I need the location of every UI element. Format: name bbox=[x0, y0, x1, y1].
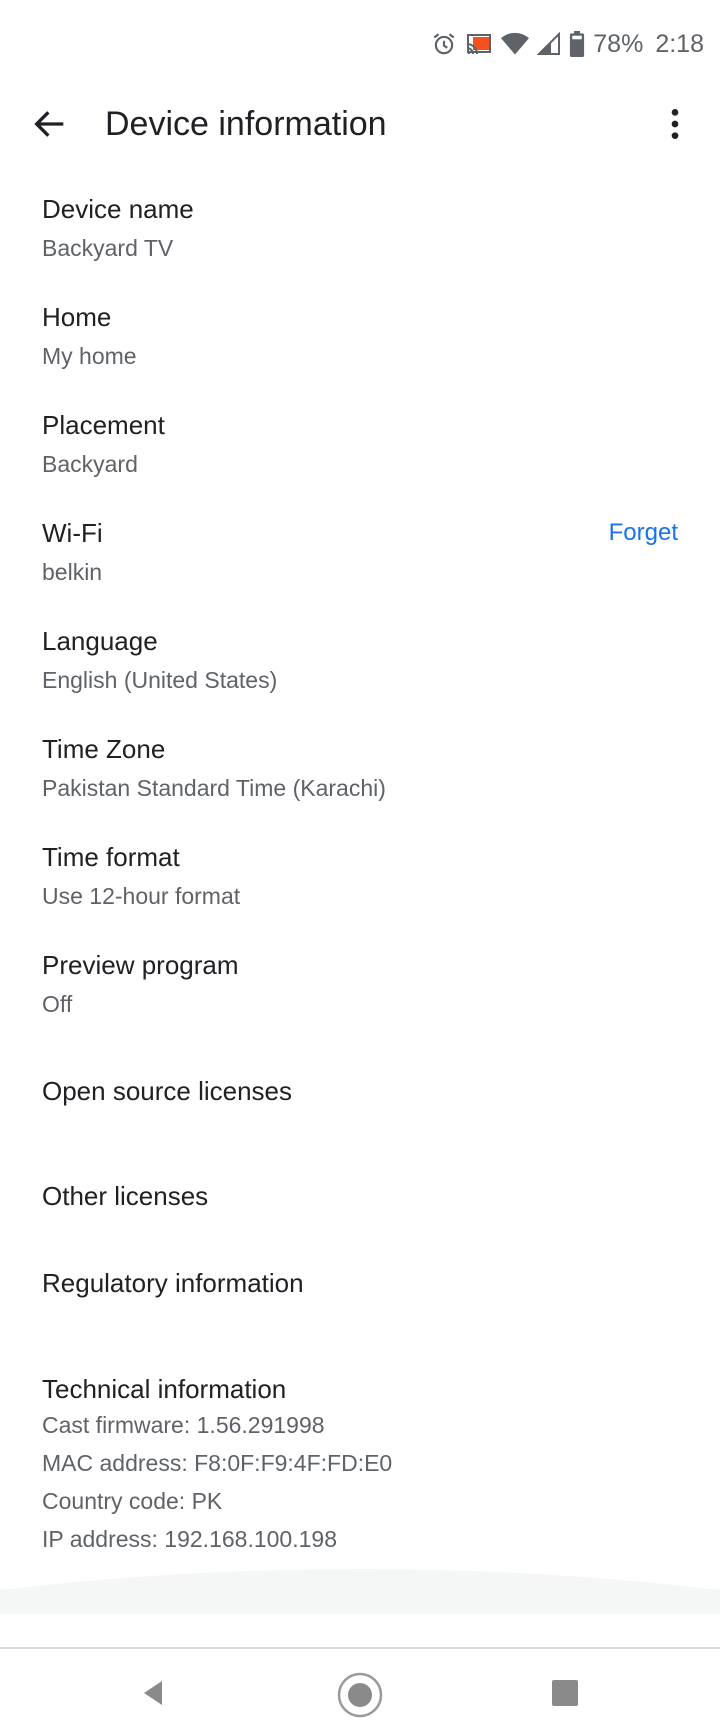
back-button[interactable] bbox=[30, 104, 70, 144]
wifi-icon bbox=[501, 32, 530, 56]
more-options-button[interactable] bbox=[655, 104, 695, 144]
setting-language[interactable]: Language English (United States) bbox=[42, 625, 277, 695]
setting-title: Language bbox=[42, 626, 158, 656]
technical-title: Technical information bbox=[42, 1374, 287, 1404]
bottom-sheet-edge bbox=[0, 1569, 720, 1614]
system-nav-bar bbox=[0, 1647, 720, 1731]
setting-wifi[interactable]: Wi-Fi belkin bbox=[42, 517, 103, 587]
setting-time-format[interactable]: Time format Use 12-hour format bbox=[42, 841, 240, 911]
setting-title: Wi-Fi bbox=[42, 518, 103, 548]
setting-placement[interactable]: Placement Backyard bbox=[42, 409, 165, 479]
nav-home-icon bbox=[337, 1672, 383, 1718]
status-bar: 78% 2:18 bbox=[0, 0, 720, 88]
setting-title: Time Zone bbox=[42, 734, 166, 764]
clock: 2:18 bbox=[655, 29, 704, 58]
cast-firmware: Cast firmware: 1.56.291998 bbox=[42, 1412, 325, 1438]
cellular-signal-icon bbox=[537, 32, 561, 56]
setting-value: belkin bbox=[42, 559, 103, 585]
nav-home-button[interactable] bbox=[336, 1671, 383, 1718]
setting-preview-program[interactable]: Preview program Off bbox=[42, 949, 239, 1019]
setting-value: Backyard bbox=[42, 451, 138, 477]
setting-value: Backyard TV bbox=[42, 235, 174, 261]
technical-information: Technical information Cast firmware: 1.5… bbox=[42, 1373, 392, 1558]
setting-device-name[interactable]: Device name Backyard TV bbox=[42, 193, 194, 263]
setting-value: My home bbox=[42, 343, 137, 369]
setting-title: Device name bbox=[42, 194, 194, 224]
alarm-icon bbox=[431, 31, 457, 57]
ip-address: IP address: 192.168.100.198 bbox=[42, 1526, 337, 1552]
setting-home[interactable]: Home My home bbox=[42, 301, 137, 371]
open-source-licenses-link[interactable]: Open source licenses bbox=[42, 1075, 292, 1107]
country-code: Country code: PK bbox=[42, 1488, 223, 1514]
page-title: Device information bbox=[105, 105, 387, 143]
setting-title: Time format bbox=[42, 842, 180, 872]
nav-back-button[interactable] bbox=[132, 1671, 176, 1715]
nav-recents-button[interactable] bbox=[543, 1671, 587, 1715]
mac-address: MAC address: F8:0F:F9:4F:FD:E0 bbox=[42, 1450, 393, 1476]
forget-wifi-button[interactable]: Forget bbox=[609, 517, 678, 549]
cast-icon bbox=[465, 31, 493, 57]
setting-value: Pakistan Standard Time (Karachi) bbox=[42, 775, 386, 801]
nav-back-icon bbox=[144, 1681, 162, 1705]
more-vert-icon bbox=[671, 109, 679, 139]
setting-title: Preview program bbox=[42, 950, 239, 980]
arrow-back-icon bbox=[34, 111, 64, 137]
link-title: Regulatory information bbox=[42, 1268, 304, 1298]
link-title: Open source licenses bbox=[42, 1076, 293, 1106]
regulatory-information-link[interactable]: Regulatory information bbox=[42, 1267, 304, 1299]
status-icons: 78% 2:18 bbox=[431, 28, 704, 60]
battery-percent: 78% bbox=[593, 29, 644, 58]
setting-time-zone[interactable]: Time Zone Pakistan Standard Time (Karach… bbox=[42, 733, 386, 803]
setting-value: Use 12-hour format bbox=[42, 883, 241, 909]
setting-value: English (United States) bbox=[42, 667, 278, 693]
nav-recents-icon bbox=[552, 1680, 578, 1706]
setting-value: Off bbox=[42, 991, 73, 1017]
setting-title: Home bbox=[42, 302, 112, 332]
setting-title: Placement bbox=[42, 410, 165, 440]
battery-icon bbox=[569, 31, 585, 57]
link-title: Other licenses bbox=[42, 1181, 209, 1211]
other-licenses-link[interactable]: Other licenses bbox=[42, 1180, 208, 1212]
